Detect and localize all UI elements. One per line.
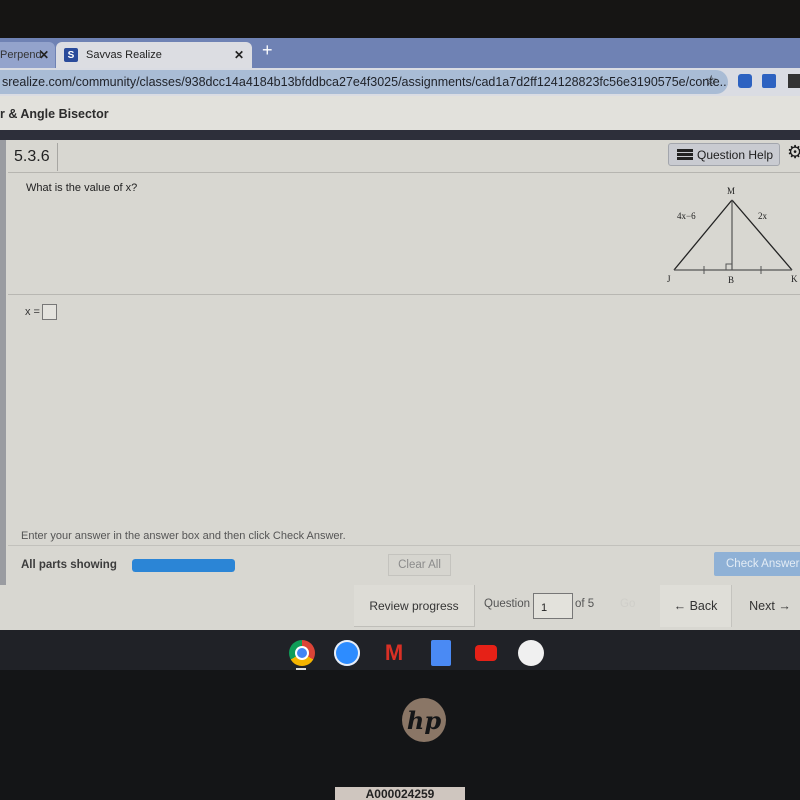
question-help-button[interactable]: Question Help	[668, 143, 780, 166]
question-prompt: What is the value of x?	[26, 182, 138, 194]
browser-toolbar: srealize.com/community/classes/938dcc14a…	[0, 68, 800, 96]
tab-savvas-realize[interactable]: S Savvas Realize ✕	[56, 42, 252, 68]
side-label-mk: 2x	[758, 211, 768, 221]
question-help-label: Question Help	[697, 147, 774, 162]
os-shelf: M	[0, 630, 800, 670]
savvas-favicon-icon: S	[64, 48, 78, 62]
extension-icon[interactable]	[738, 74, 752, 88]
laptop-bezel	[0, 670, 800, 800]
extension-icon[interactable]	[788, 74, 800, 88]
asset-tag: A000024259	[335, 787, 465, 800]
list-icon	[677, 149, 693, 160]
extension-icon[interactable]	[762, 74, 776, 88]
instruction-text: Enter your answer in the answer box and …	[21, 530, 346, 542]
divider	[8, 545, 800, 546]
divider	[8, 172, 800, 173]
side-label-jm: 4x−6	[677, 211, 696, 221]
tab-title: Savvas Realize	[86, 49, 162, 61]
close-icon[interactable]: ✕	[234, 48, 244, 62]
parts-progress-bar	[132, 559, 235, 572]
vertex-label-b: B	[728, 275, 734, 285]
new-tab-button[interactable]: +	[262, 40, 273, 61]
question-number: 5.3.6	[8, 143, 58, 171]
question-navigation: Review progress Question 1 of 5 Go ← Bac…	[0, 585, 800, 630]
hp-logo: hp	[402, 698, 446, 742]
vertex-label-j: J	[667, 274, 671, 284]
question-number-input[interactable]: 1	[533, 593, 573, 619]
question-label: Question	[484, 598, 531, 610]
tab-strip: Perpend ✕ S Savvas Realize ✕	[0, 38, 800, 68]
question-panel: 5.3.6 Question Help ⚙ What is the value …	[0, 140, 800, 630]
assignment-title: r & Angle Bisector	[0, 107, 109, 121]
page-header: r & Angle Bisector	[0, 96, 800, 130]
header-divider	[0, 130, 800, 140]
tab-perpendicular[interactable]: Perpend ✕	[0, 42, 55, 68]
play-store-icon[interactable]	[518, 640, 544, 666]
chrome-icon[interactable]	[289, 640, 315, 666]
triangle-figure: M J K B 4x−6 2x	[667, 186, 798, 285]
question-total: of 5	[575, 598, 595, 610]
docs-icon[interactable]	[431, 640, 451, 666]
vertex-label-m: M	[727, 186, 735, 196]
review-progress-button[interactable]: Review progress	[354, 585, 475, 627]
back-button[interactable]: ← Back	[660, 585, 732, 627]
close-icon[interactable]: ✕	[39, 48, 49, 62]
progress-fill	[132, 559, 235, 572]
bookmark-star-icon[interactable]: ☆	[705, 72, 718, 89]
answer-row: x =	[25, 304, 57, 320]
check-answer-button[interactable]: Check Answer	[714, 552, 800, 576]
answer-label: x =	[25, 306, 40, 318]
vertex-label-k: K	[791, 274, 798, 284]
next-button[interactable]: Next →	[740, 585, 800, 627]
right-angle-mark	[725, 263, 732, 270]
clear-all-button[interactable]: Clear All	[388, 554, 451, 576]
gmail-icon[interactable]: M	[381, 640, 407, 666]
meet-icon[interactable]	[334, 640, 360, 666]
tab-title: Perpend	[0, 49, 42, 61]
parts-showing-label: All parts showing	[21, 559, 117, 571]
youtube-icon[interactable]	[475, 645, 497, 661]
answer-input[interactable]	[41, 304, 57, 320]
address-bar[interactable]: srealize.com/community/classes/938dcc14a…	[0, 70, 728, 94]
left-rail	[0, 140, 6, 630]
gear-icon[interactable]: ⚙	[787, 142, 800, 163]
divider	[8, 294, 800, 295]
go-button[interactable]: Go	[620, 598, 635, 610]
